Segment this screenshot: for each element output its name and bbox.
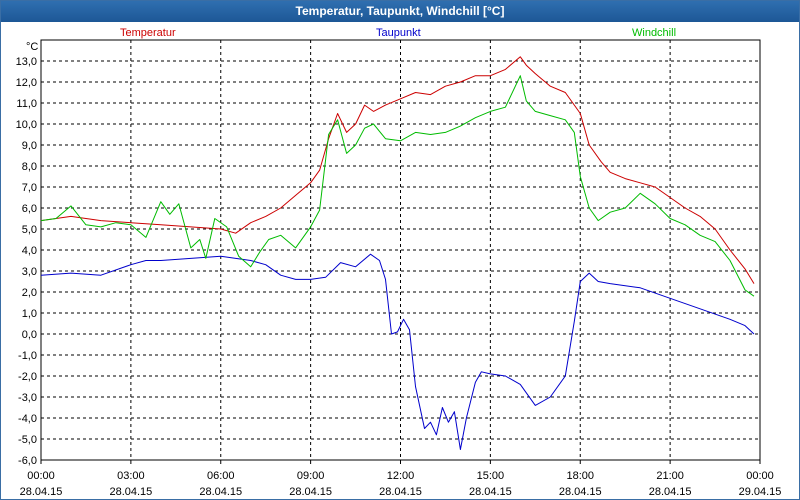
- y-tick-label: 4,0: [22, 245, 37, 257]
- y-tick-label: -6,0: [18, 455, 37, 467]
- y-axis-unit: °C: [26, 41, 38, 53]
- x-tick-date: 28.04.15: [469, 486, 512, 498]
- x-tick-time: 18:00: [566, 470, 594, 482]
- y-tick-label: -3,0: [18, 392, 37, 404]
- x-tick-date: 28.04.15: [559, 486, 602, 498]
- x-tick-date: 28.04.15: [109, 486, 152, 498]
- y-tick-label: -2,0: [18, 371, 37, 383]
- x-tick-time: 03:00: [117, 470, 145, 482]
- line-chart: 13,0 12,0 11,0 10,0 9,0 8,0 7,0 6,0 5,0 4,0 3,0 2,0…: [16, 27, 782, 498]
- legend-taupunkt: Taupunkt: [376, 27, 421, 39]
- y-tick-label: -5,0: [18, 434, 37, 446]
- legend-temperatur: Temperatur: [120, 27, 176, 39]
- x-tick-time: 00:00: [27, 470, 55, 482]
- x-tick-date: 28.04.15: [199, 486, 242, 498]
- y-tick-label: 2,0: [22, 287, 37, 299]
- y-tick-label: 8,0: [22, 161, 37, 173]
- x-tick-date: 29.04.15: [739, 486, 782, 498]
- y-tick-label: 3,0: [22, 266, 37, 278]
- x-tick-labels: 00:00 28.04.15 03:00 28.04.15 06:00 28.04.15 0…: [20, 470, 782, 498]
- x-tick-date: 28.04.15: [20, 486, 63, 498]
- x-tick-date: 28.04.15: [649, 486, 692, 498]
- y-tick-labels: 13,0 12,0 11,0 10,0 9,0 8,0 7,0 6,0 5,0 4,0 3,0 2,0…: [16, 56, 37, 467]
- y-tick-label: 6,0: [22, 203, 37, 215]
- y-tick-label: -4,0: [18, 413, 37, 425]
- legend-windchill: Windchill: [632, 27, 676, 39]
- x-tick-time: 06:00: [207, 470, 235, 482]
- x-tick-date: 28.04.15: [379, 486, 422, 498]
- y-tick-label: -1,0: [18, 350, 37, 362]
- x-tick-date: 28.04.15: [289, 486, 332, 498]
- y-tick-label: 11,0: [16, 98, 37, 110]
- y-tick-label: 13,0: [16, 56, 37, 68]
- y-tick-label: 5,0: [22, 224, 37, 236]
- x-tick-time: 12:00: [387, 470, 415, 482]
- x-tick-time: 15:00: [477, 470, 505, 482]
- y-tick-label: 1,0: [22, 308, 37, 320]
- y-tick-label: 12,0: [16, 77, 37, 89]
- y-tick-label: 10,0: [16, 119, 37, 131]
- y-tick-label: 9,0: [22, 140, 37, 152]
- y-tick-label: 0,0: [22, 329, 37, 341]
- x-tick-time: 09:00: [297, 470, 325, 482]
- x-tick-time: 21:00: [656, 470, 684, 482]
- y-tick-label: 7,0: [22, 182, 37, 194]
- x-tick-time: 00:00: [746, 470, 774, 482]
